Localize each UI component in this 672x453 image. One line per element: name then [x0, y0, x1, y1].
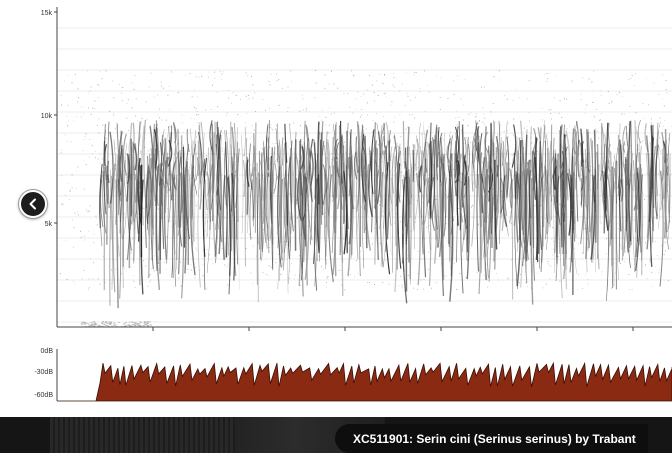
- db-label-60: -60dB: [34, 392, 53, 399]
- previous-recording-button[interactable]: [19, 190, 47, 218]
- amplitude-envelope: [57, 361, 672, 402]
- amplitude-chart: 0dB -30dB -60dB: [34, 348, 672, 402]
- recording-thumbnail: [50, 417, 235, 453]
- recording-caption[interactable]: XC511901: Serin cini (Serinus serinus) b…: [335, 424, 648, 453]
- caption-text: XC511901: Serin cini (Serinus serinus) b…: [353, 431, 636, 446]
- db-label-0: 0dB: [41, 348, 54, 355]
- freq-label-10k: 10k: [41, 113, 53, 120]
- freq-label-15k: 15k: [41, 10, 53, 17]
- freq-label-5k: 5k: [45, 221, 53, 228]
- db-label-30: -30dB: [34, 369, 53, 376]
- chevron-left-icon: [29, 198, 36, 210]
- spectrogram-chart: 15k 10k 5k 1s 2s 3s 4s 5s 6s: [41, 7, 672, 331]
- spectrogram-panel: 15k 10k 5k 1s 2s 3s 4s 5s 6s: [0, 0, 672, 333]
- amplitude-panel: 0dB -30dB -60dB: [0, 343, 672, 405]
